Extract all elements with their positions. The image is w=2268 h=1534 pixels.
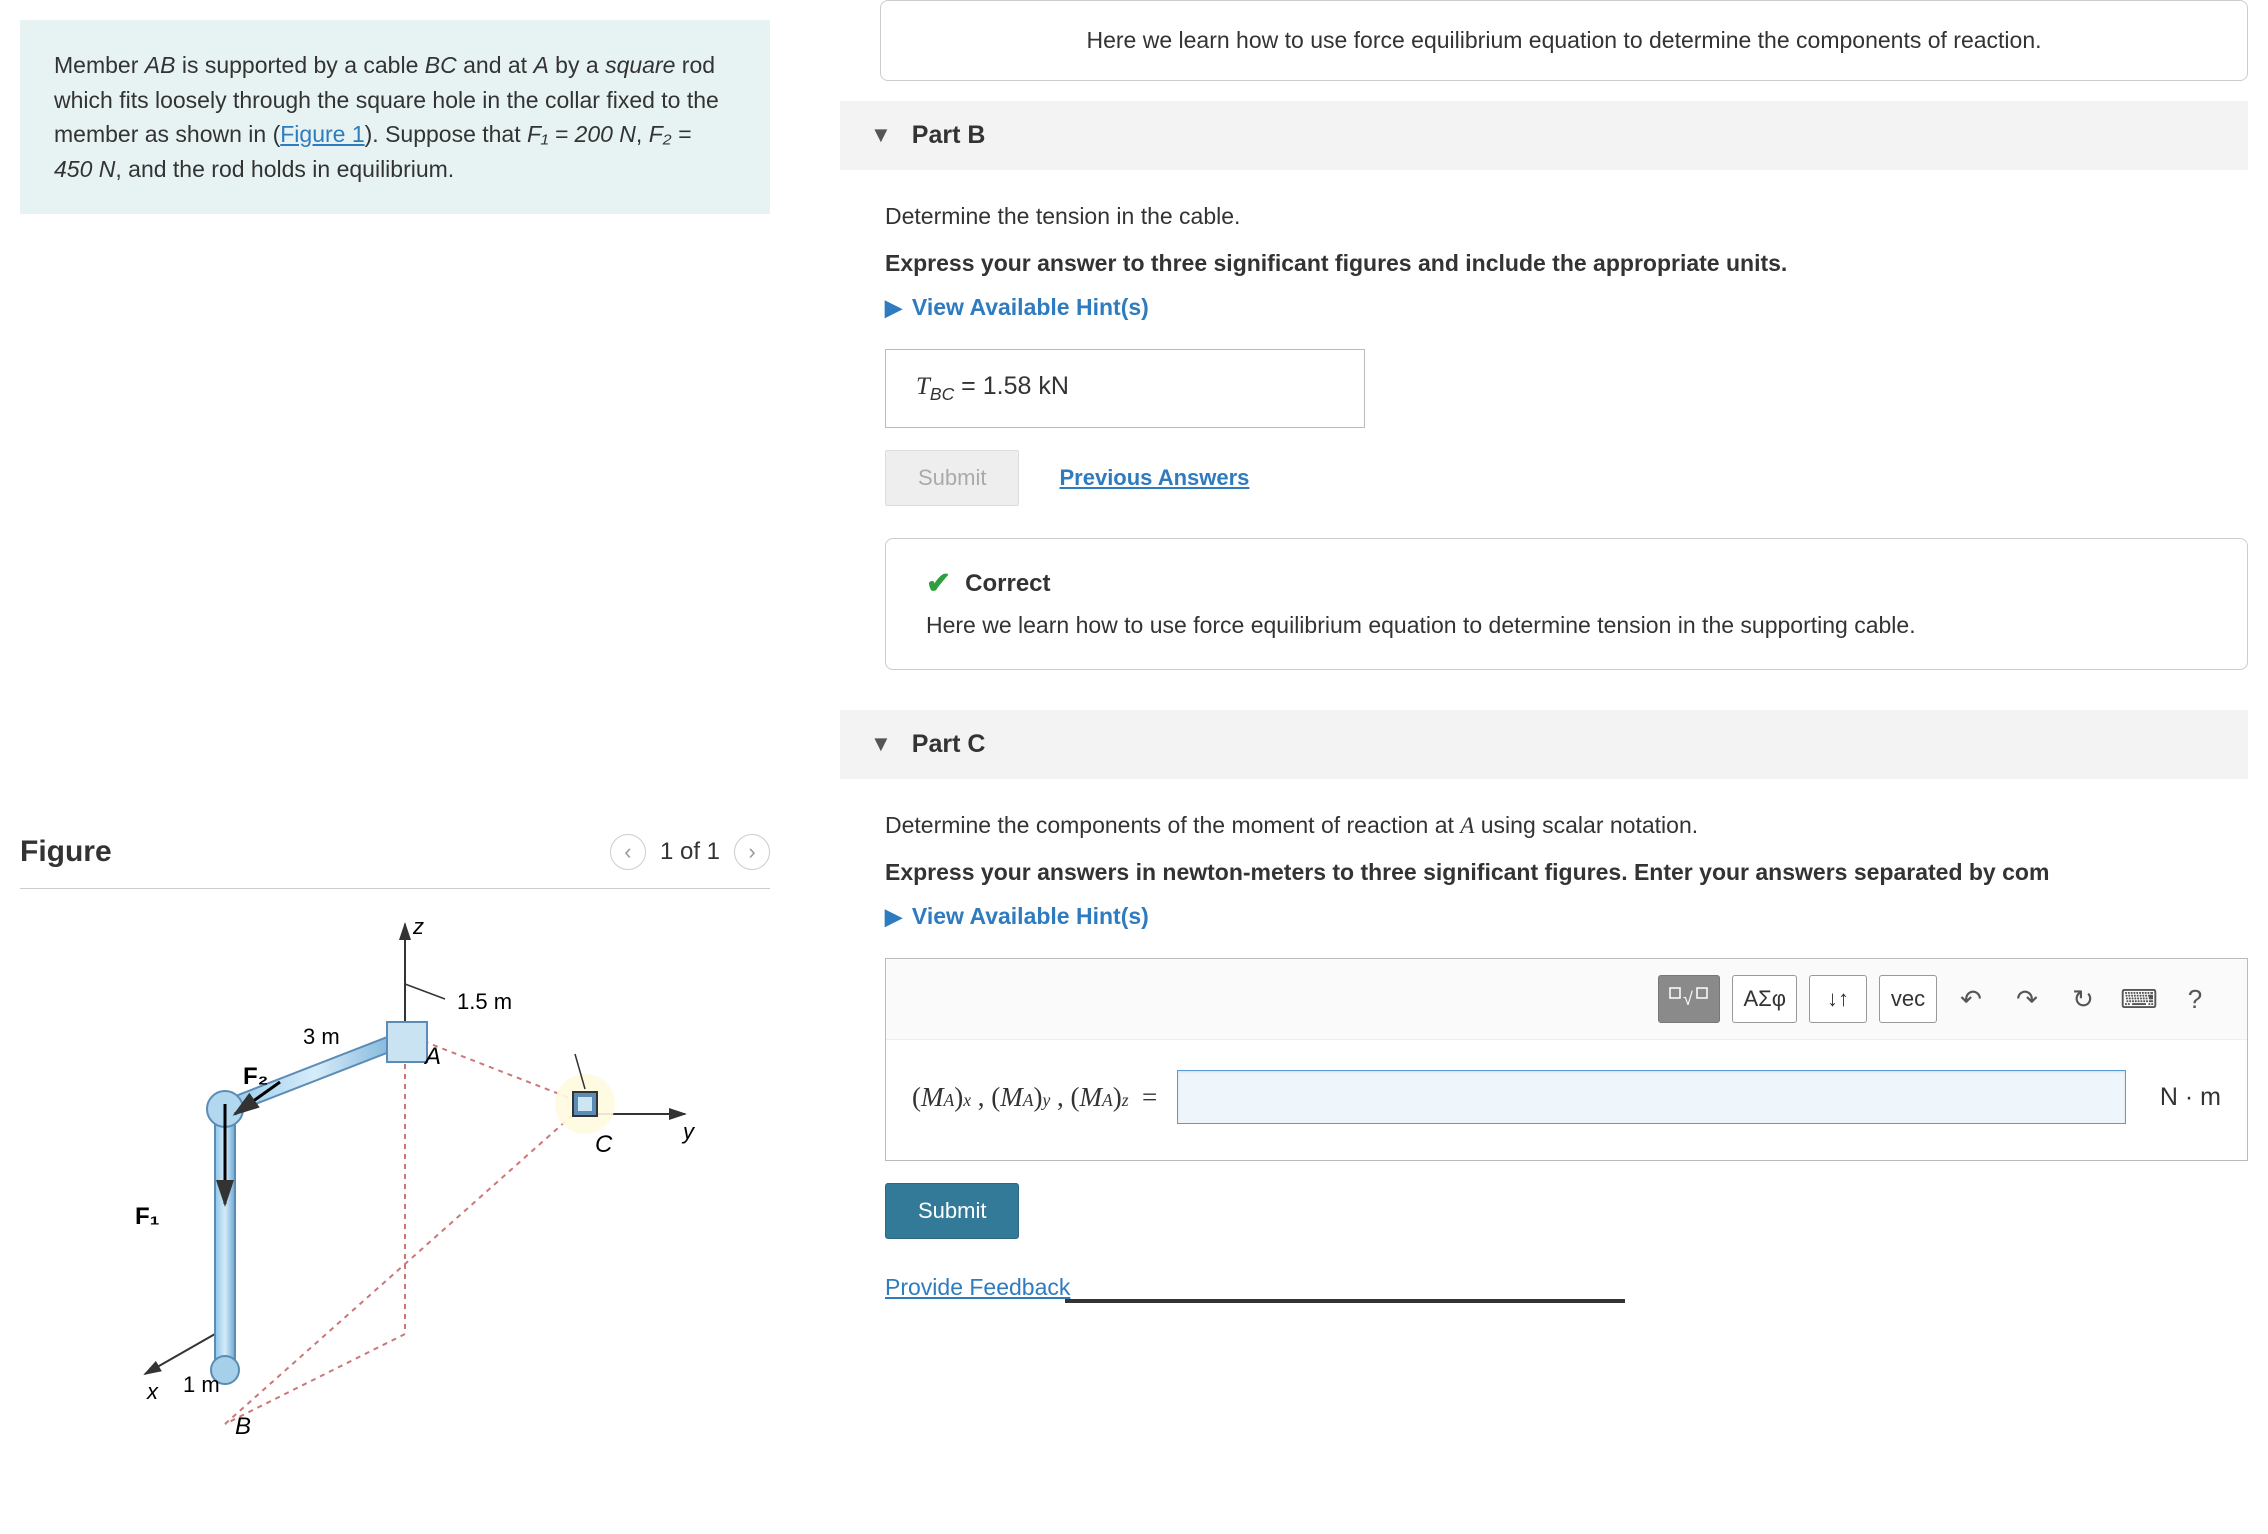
- part-b-feedback-box: ✔ Correct Here we learn how to use force…: [885, 538, 2248, 670]
- problem-statement: Member AB is supported by a cable BC and…: [20, 20, 770, 214]
- answer-var: T: [916, 373, 930, 400]
- part-c-title: Part C: [912, 730, 986, 759]
- part-c-hints-toggle[interactable]: ▶ View Available Hint(s): [885, 903, 2248, 930]
- dim-1m: 1 m: [183, 1372, 220, 1397]
- help-button[interactable]: ?: [2173, 977, 2217, 1021]
- part-b-instruction: Determine the tension in the cable.: [885, 200, 2248, 233]
- previous-answers-link[interactable]: Previous Answers: [1059, 465, 1249, 491]
- text: is supported by a cable: [175, 52, 424, 78]
- part-b-title: Part B: [912, 121, 986, 150]
- editor-toolbar: √ ΑΣφ ↓↑ vec ↶ ↷ ↻ ⌨ ?: [886, 959, 2247, 1039]
- force-f1-label: F₁: [135, 1203, 160, 1230]
- var-ab: AB: [145, 52, 176, 78]
- part-b-feedback-text: Here we learn how to use force equilibri…: [926, 608, 2207, 643]
- caret-right-icon: ▶: [885, 295, 902, 321]
- text: ). Suppose that: [365, 121, 527, 147]
- answer-sub: BC: [930, 384, 954, 404]
- point-b-label: B: [235, 1413, 251, 1440]
- figure-diagram: z y x F₁ F₂: [20, 914, 770, 1444]
- text: ,: [636, 121, 649, 147]
- template-button[interactable]: √: [1658, 975, 1720, 1023]
- var-a: A: [533, 52, 548, 78]
- hints-label: View Available Hint(s): [912, 294, 1149, 321]
- hints-label: View Available Hint(s): [912, 903, 1149, 930]
- part-b-submit-button: Submit: [885, 450, 1019, 506]
- dim-3m: 3 m: [303, 1024, 340, 1049]
- part-b-answer-display: TBC = 1.58 kN: [885, 349, 1365, 428]
- force-f2-label: F₂: [243, 1063, 268, 1090]
- text: , and the rod holds in equilibrium.: [115, 156, 454, 182]
- part-b-format: Express your answer to three significant…: [885, 247, 2248, 280]
- caret-down-icon: ▼: [870, 122, 892, 148]
- undo-button[interactable]: ↶: [1949, 977, 1993, 1021]
- greek-button[interactable]: ΑΣφ: [1732, 975, 1797, 1023]
- part-c-submit-button[interactable]: Submit: [885, 1183, 1019, 1239]
- figure-next-button[interactable]: ›: [734, 834, 770, 870]
- figure-link[interactable]: Figure 1: [280, 121, 364, 147]
- eq-f1: F₁ = 200 N: [527, 121, 636, 147]
- figure-prev-button[interactable]: ‹: [610, 834, 646, 870]
- check-icon: ✔: [926, 561, 951, 606]
- part-a-feedback-box: Here we learn how to use force equilibri…: [880, 0, 2248, 81]
- part-c-answer-input[interactable]: [1177, 1070, 2126, 1124]
- correct-label: Correct: [965, 566, 1050, 602]
- axis-y-label: y: [681, 1119, 696, 1144]
- keyboard-button[interactable]: ⌨: [2117, 977, 2161, 1021]
- part-c-format: Express your answers in newton-meters to…: [885, 856, 2248, 889]
- caret-down-icon: ▼: [870, 731, 892, 757]
- part-c-instruction: Determine the components of the moment o…: [885, 809, 2248, 842]
- answer-val: 1.58 kN: [983, 372, 1069, 400]
- part-a-feedback-text: Here we learn how to use force equilibri…: [1086, 27, 2041, 53]
- part-c-header[interactable]: ▼ Part C: [840, 710, 2248, 779]
- text: Determine the components of the moment o…: [885, 812, 1460, 838]
- unit-label: N · m: [2146, 1083, 2221, 1112]
- figure-heading: Figure: [20, 835, 112, 869]
- vector-button[interactable]: vec: [1879, 975, 1937, 1023]
- point-a-label: A: [423, 1043, 441, 1070]
- figure-count: 1 of 1: [660, 838, 720, 866]
- answer-variable-label: (MA)x , (MA)y , (MA)z =: [912, 1082, 1157, 1113]
- provide-feedback-link[interactable]: Provide Feedback: [885, 1274, 1070, 1300]
- reset-button[interactable]: ↻: [2061, 977, 2105, 1021]
- svg-text:√: √: [1683, 989, 1693, 1009]
- part-b-hints-toggle[interactable]: ▶ View Available Hint(s): [885, 294, 2248, 321]
- figure-pager: ‹ 1 of 1 ›: [610, 834, 770, 870]
- var-a: A: [1460, 813, 1474, 838]
- answer-editor: √ ΑΣφ ↓↑ vec ↶ ↷ ↻ ⌨ ? (MA)x , (MA)y , (…: [885, 958, 2248, 1161]
- part-b-header[interactable]: ▼ Part B: [840, 101, 2248, 170]
- text: using scalar notation.: [1474, 812, 1698, 838]
- var-bc: BC: [425, 52, 457, 78]
- caret-right-icon: ▶: [885, 904, 902, 930]
- axis-x-label: x: [146, 1379, 159, 1404]
- point-c-label: C: [595, 1131, 613, 1158]
- word-square: square: [605, 52, 675, 78]
- subscript-button[interactable]: ↓↑: [1809, 975, 1867, 1023]
- answer-eq: =: [954, 372, 983, 400]
- text: by a: [549, 52, 605, 78]
- redo-button[interactable]: ↷: [2005, 977, 2049, 1021]
- axis-z-label: z: [412, 914, 424, 939]
- text: and at: [457, 52, 534, 78]
- text: Member: [54, 52, 145, 78]
- dim-1-5m: 1.5 m: [457, 989, 512, 1014]
